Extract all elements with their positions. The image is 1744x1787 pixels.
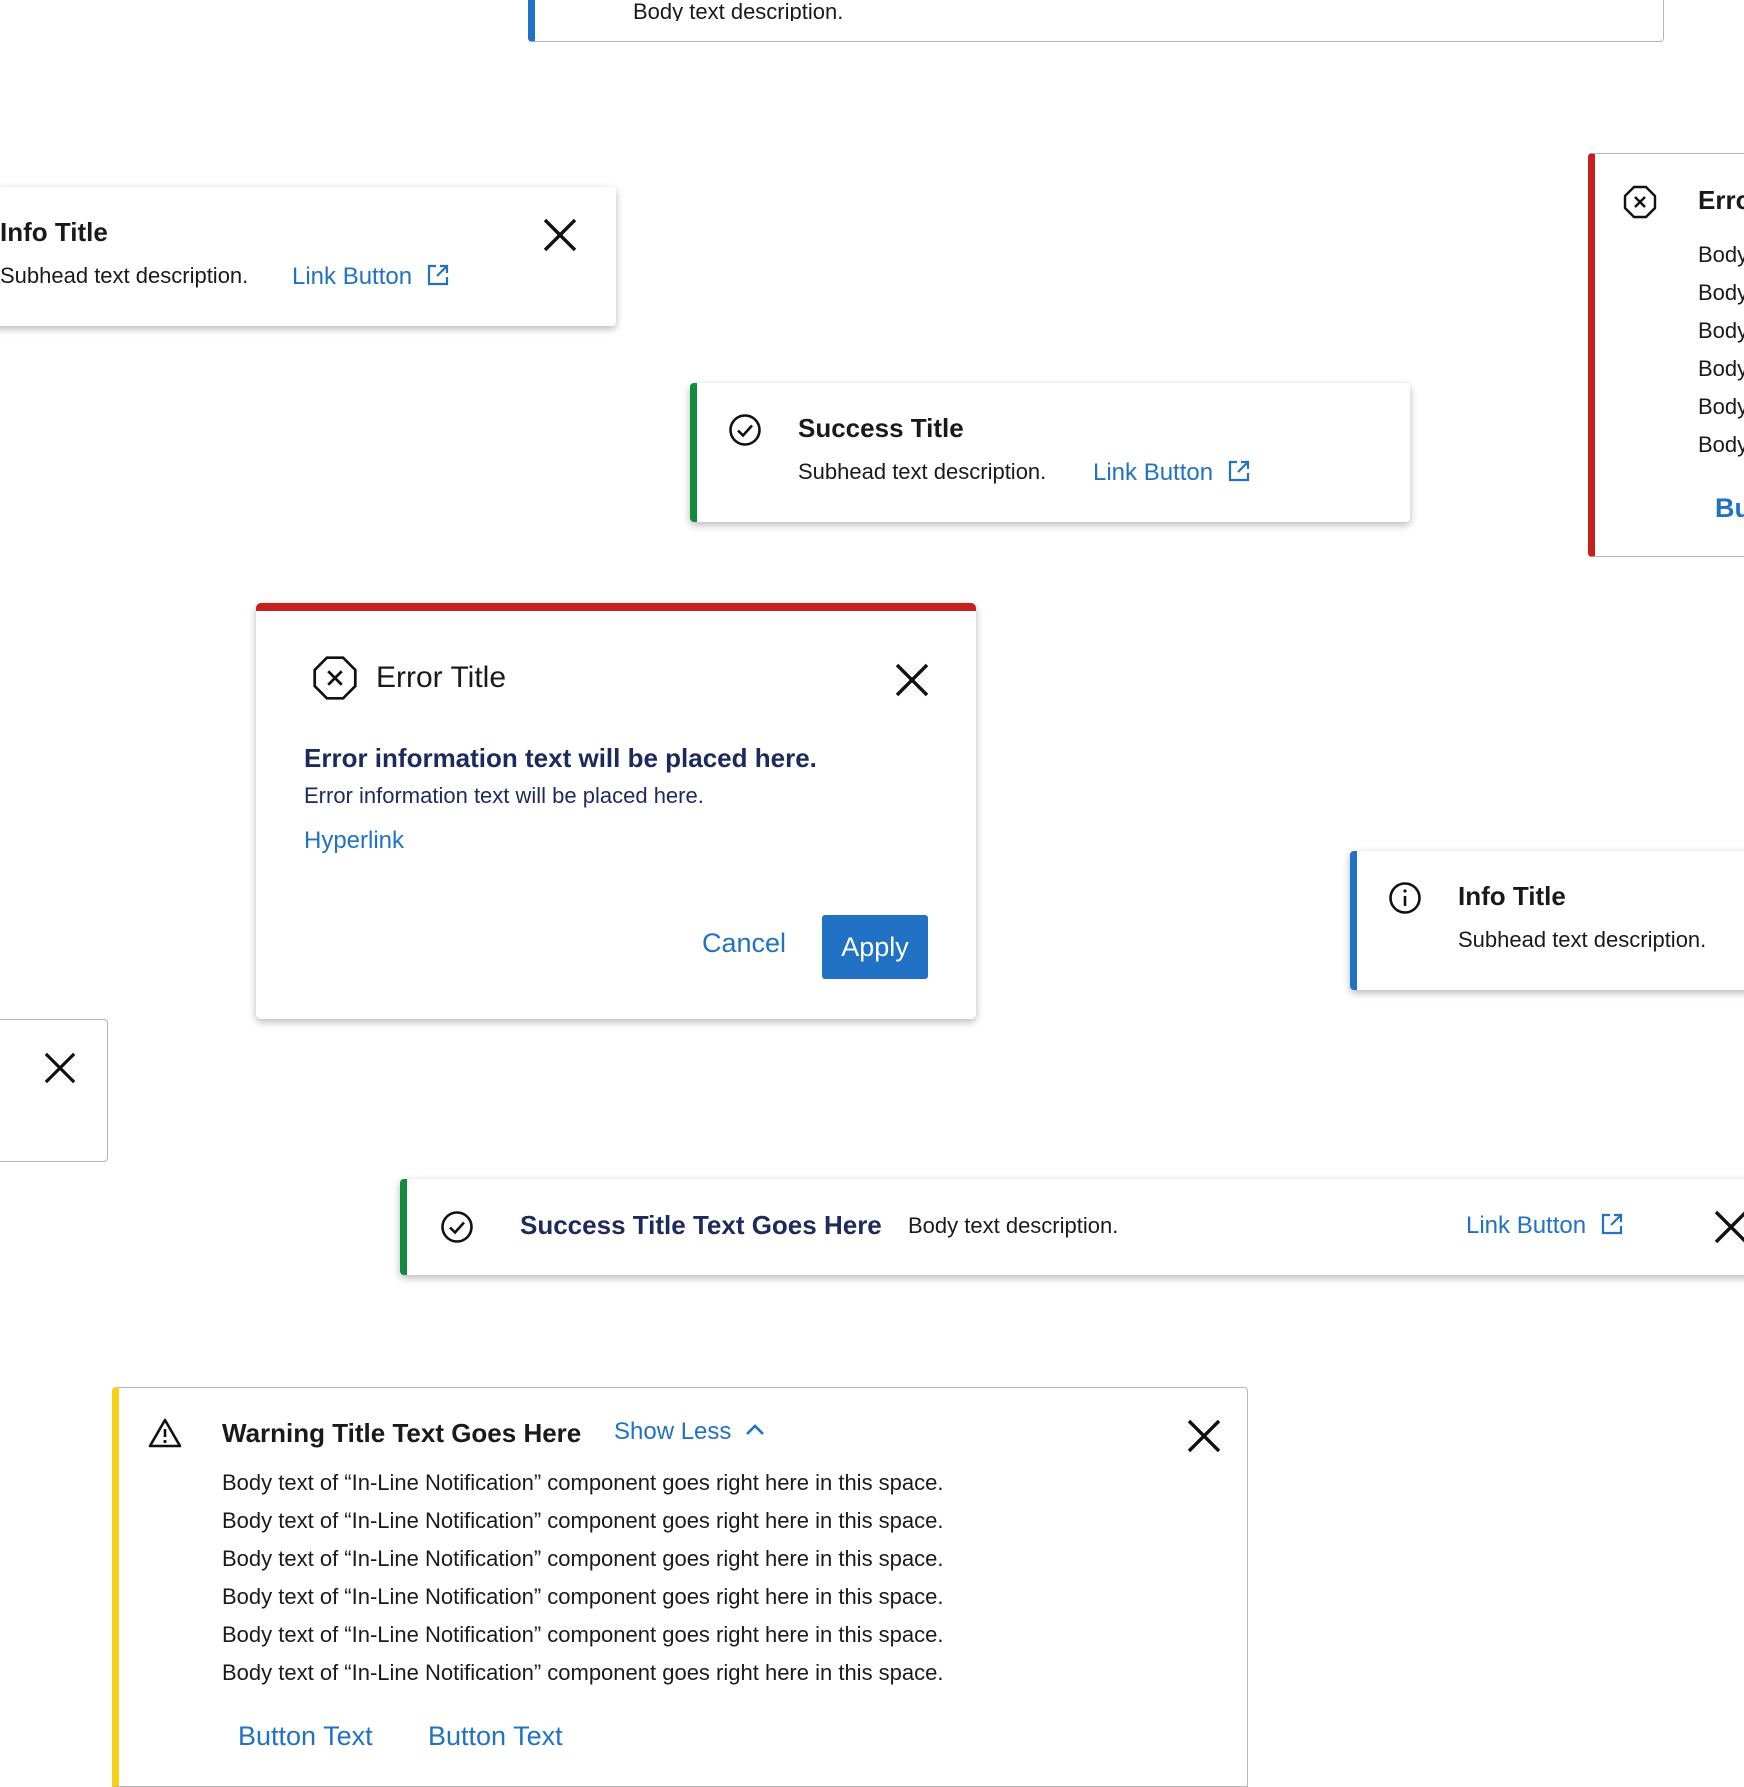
link-button-label: Link Button bbox=[292, 263, 413, 290]
check-circle-icon bbox=[729, 414, 761, 446]
cancel-button[interactable]: Cancel bbox=[702, 928, 786, 959]
success-banner: Success Title Text Goes Here Body text d… bbox=[400, 1179, 1744, 1275]
close-icon[interactable] bbox=[894, 662, 930, 698]
check-circle-icon bbox=[441, 1211, 473, 1243]
body-line: Body bbox=[1698, 356, 1744, 381]
link-button[interactable]: Link Button bbox=[1466, 1212, 1624, 1240]
body-line: Body text of “In-Line Notification” comp… bbox=[222, 1470, 944, 1495]
apply-button[interactable]: Apply bbox=[822, 915, 928, 979]
body-line: Body bbox=[1698, 432, 1744, 457]
top-info-notification: Body text description. bbox=[528, 0, 1664, 42]
body-line: Body text of “In-Line Notification” comp… bbox=[222, 1622, 944, 1647]
notification-body: Body text description. bbox=[633, 1, 844, 21]
close-icon[interactable] bbox=[1713, 1209, 1744, 1245]
success-toast: Success Title Subhead text description. … bbox=[690, 383, 1410, 522]
error-headline: Error information text will be placed he… bbox=[304, 743, 817, 773]
info-toast-left: Info Title Subhead text description. Lin… bbox=[0, 187, 616, 326]
warning-inline-notification: Warning Title Text Goes Here Show Less B… bbox=[112, 1387, 1248, 1787]
modal-title: Error Title bbox=[376, 661, 507, 694]
toast-title: Info Title bbox=[1458, 881, 1566, 911]
body-line: Body bbox=[1698, 394, 1744, 419]
notification-title: Erro bbox=[1698, 185, 1744, 215]
toast-title: Info Title bbox=[0, 217, 108, 247]
info-toast-right: Info Title Subhead text description. bbox=[1350, 851, 1744, 990]
toast-title: Success Title bbox=[798, 413, 964, 443]
body-line: Body text of “In-Line Notification” comp… bbox=[222, 1660, 944, 1685]
error-detail: Error information text will be placed he… bbox=[304, 783, 704, 808]
toggle-label: Show Less bbox=[614, 1418, 732, 1445]
error-modal: Error Title Error information text will … bbox=[256, 603, 976, 1019]
link-button-label: Link Button bbox=[1093, 459, 1214, 486]
external-link-icon bbox=[427, 264, 449, 286]
close-icon[interactable] bbox=[542, 217, 578, 253]
link-button[interactable]: Link Button bbox=[1093, 459, 1251, 487]
notification-title: Warning Title Text Goes Here bbox=[222, 1418, 582, 1448]
hyperlink[interactable]: Hyperlink bbox=[304, 827, 404, 855]
cropped-notification-left bbox=[0, 1019, 108, 1162]
show-less-toggle[interactable]: Show Less bbox=[614, 1418, 767, 1446]
toast-subhead: Subhead text description. bbox=[798, 459, 1047, 484]
action-button[interactable]: Bu bbox=[1715, 493, 1744, 524]
toast-subhead: Subhead text description. bbox=[1458, 927, 1707, 952]
body-line: Body text of “In-Line Notification” comp… bbox=[222, 1508, 944, 1533]
body-line: Body text of “In-Line Notification” comp… bbox=[222, 1584, 944, 1609]
external-link-icon bbox=[1601, 1213, 1623, 1235]
warning-triangle-icon bbox=[148, 1418, 182, 1448]
action-button-1[interactable]: Button Text bbox=[238, 1721, 373, 1752]
body-line: Body bbox=[1698, 318, 1744, 343]
close-icon[interactable] bbox=[43, 1051, 77, 1085]
banner-title: Success Title Text Goes Here bbox=[520, 1210, 882, 1240]
error-octagon-icon bbox=[313, 656, 357, 700]
close-icon[interactable] bbox=[1186, 1418, 1222, 1454]
info-circle-icon bbox=[1389, 882, 1421, 914]
link-button-label: Link Button bbox=[1466, 1212, 1587, 1239]
chevron-up-icon bbox=[746, 1424, 765, 1435]
body-line: Body text of “In-Line Notification” comp… bbox=[222, 1546, 944, 1571]
body-line: Body bbox=[1698, 242, 1744, 267]
error-inline-notification: Erro Body Body Body Body Body Body Bu bbox=[1588, 153, 1744, 557]
external-link-icon bbox=[1228, 460, 1250, 482]
body-line: Body bbox=[1698, 280, 1744, 305]
error-octagon-icon bbox=[1623, 185, 1657, 219]
banner-body: Body text description. bbox=[908, 1213, 1119, 1238]
toast-subhead: Subhead text description. bbox=[0, 263, 249, 288]
link-button[interactable]: Link Button bbox=[292, 263, 450, 291]
action-button-2[interactable]: Button Text bbox=[428, 1721, 563, 1752]
